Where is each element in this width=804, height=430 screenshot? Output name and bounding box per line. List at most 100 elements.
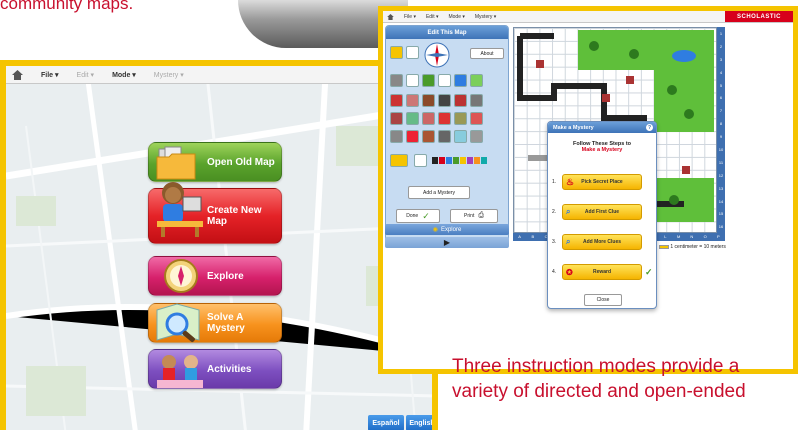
espanol-button[interactable]: Español xyxy=(368,415,404,430)
color-palette xyxy=(432,157,487,164)
menu-bar: File ▾ Edit ▾ Mode ▾ Mystery ▾ SCHOLASTI… xyxy=(383,11,793,23)
row-label: 1 xyxy=(719,30,723,36)
compass-rose-icon xyxy=(424,42,450,68)
menu-mode[interactable]: Mode ▾ xyxy=(448,14,464,20)
color-swatch[interactable] xyxy=(439,157,445,164)
color-swatch[interactable] xyxy=(474,157,480,164)
caption-line: Three instruction modes provide a xyxy=(452,356,740,377)
scale-bar-icon xyxy=(659,244,669,249)
factory-icon[interactable] xyxy=(470,94,483,107)
water-icon[interactable] xyxy=(454,74,467,87)
open-old-map-button[interactable]: Open Old Map xyxy=(148,142,282,182)
dialog-subheading: Make a Mystery xyxy=(581,147,623,153)
step-label: Add More Clues xyxy=(582,239,622,245)
pick-secret-place-button[interactable]: ♨ Pick Secret Place xyxy=(562,174,642,190)
step-3: 3. ⌕ Add More Clues xyxy=(552,234,654,250)
hospital-icon[interactable] xyxy=(406,112,419,125)
menu-mystery[interactable]: Mystery ▾ xyxy=(154,71,184,79)
dialog-title: Make a Mystery ? xyxy=(548,122,656,133)
printer-icon: ⎙ xyxy=(478,212,484,219)
row-label: 16 xyxy=(718,224,724,230)
picture-icon[interactable] xyxy=(454,130,467,143)
menu-mode[interactable]: Mode ▾ xyxy=(112,71,136,79)
create-new-map-button[interactable]: Create New Map xyxy=(148,182,282,244)
row-label: 15 xyxy=(718,211,724,217)
text-tool-icon[interactable] xyxy=(414,154,427,167)
step-number: 3. xyxy=(552,239,557,245)
add-mystery-button[interactable]: Add a Mystery xyxy=(408,186,470,199)
close-button[interactable]: Close xyxy=(584,294,622,306)
add-first-clue-button[interactable]: ⌕ Add First Clue xyxy=(562,204,642,220)
row-label: 14 xyxy=(718,198,724,204)
step-4: 4. ✪ Reward ✓ xyxy=(552,264,654,280)
office-icon[interactable] xyxy=(438,94,451,107)
house-icon[interactable] xyxy=(390,94,403,107)
road-tool-icon[interactable] xyxy=(390,74,403,87)
done-label: Done xyxy=(406,213,419,219)
truck-icon[interactable] xyxy=(422,130,435,143)
label-tool-icon[interactable] xyxy=(390,154,408,167)
row-label: 11 xyxy=(718,159,724,165)
reward-button[interactable]: ✪ Reward xyxy=(562,264,642,280)
flame-icon: ♨ xyxy=(566,176,575,187)
print-button[interactable]: Print ⎙ xyxy=(450,209,498,223)
col-label: O xyxy=(703,234,707,239)
grass-icon[interactable] xyxy=(470,74,483,87)
row-numbers: 1 2 3 4 5 6 7 8 9 10 11 12 13 14 15 16 xyxy=(717,27,725,233)
pencil-tool-icon[interactable] xyxy=(390,46,403,59)
activities-label: Activities xyxy=(207,363,252,375)
color-swatch[interactable] xyxy=(460,157,466,164)
explore-label: Explore xyxy=(207,270,244,282)
store-icon[interactable] xyxy=(454,94,467,107)
menu-edit[interactable]: Edit ▾ xyxy=(77,71,95,79)
tree-icon[interactable] xyxy=(422,74,435,87)
menu-mystery[interactable]: Mystery ▾ xyxy=(475,14,496,20)
caption-line: variety of directed and open-ended xyxy=(452,381,746,402)
play-icon[interactable]: ▶ xyxy=(444,238,450,247)
home-icon[interactable] xyxy=(12,69,23,80)
people-icon[interactable] xyxy=(438,74,451,87)
library-icon[interactable] xyxy=(438,112,451,125)
menu-file[interactable]: File ▾ xyxy=(404,14,416,20)
bus-icon[interactable] xyxy=(438,130,451,143)
about-button[interactable]: About xyxy=(470,48,504,59)
pointer-tool-icon[interactable] xyxy=(406,46,419,59)
start-screen: File ▾ Edit ▾ Mode ▾ Mystery ▾ Open Old … xyxy=(0,60,438,430)
menu-edit[interactable]: Edit ▾ xyxy=(426,14,439,20)
stop-sign-icon[interactable] xyxy=(406,130,419,143)
menu-file[interactable]: File ▾ xyxy=(41,71,59,79)
color-swatch[interactable] xyxy=(467,157,473,164)
color-swatch[interactable] xyxy=(432,157,438,164)
step-label: Add First Clue xyxy=(584,209,620,215)
child-at-computer-icon xyxy=(157,182,203,237)
row-label: 9 xyxy=(719,134,723,140)
color-swatch[interactable] xyxy=(481,157,487,164)
open-old-map-label: Open Old Map xyxy=(207,156,275,168)
row-label: 13 xyxy=(718,185,724,191)
done-button[interactable]: Done ✓ xyxy=(396,209,440,223)
car-icon[interactable] xyxy=(470,130,483,143)
firehouse-icon[interactable] xyxy=(422,112,435,125)
add-more-clues-button[interactable]: ⌕ Add More Clues xyxy=(562,234,642,250)
kids-reading-icon xyxy=(157,355,203,388)
english-button[interactable]: English xyxy=(406,415,432,430)
create-new-map-label: Create New Map xyxy=(207,205,262,227)
solve-a-mystery-button[interactable]: Solve A Mystery xyxy=(148,303,282,343)
color-swatch[interactable] xyxy=(453,157,459,164)
activities-button[interactable]: Activities xyxy=(148,349,282,389)
building-icon[interactable] xyxy=(422,94,435,107)
checkmark-icon: ✓ xyxy=(645,266,653,277)
barn-icon[interactable] xyxy=(406,94,419,107)
help-icon[interactable]: ? xyxy=(646,124,653,131)
color-swatch[interactable] xyxy=(446,157,452,164)
edit-map-panel: Edit This Map About Add a Mystery Done ✓… xyxy=(385,25,509,247)
school-icon[interactable] xyxy=(390,112,403,125)
house-outline-icon[interactable] xyxy=(406,74,419,87)
play-bar[interactable]: ▶ xyxy=(385,237,509,248)
bank-icon[interactable] xyxy=(454,112,467,125)
market-icon[interactable] xyxy=(470,112,483,125)
home-icon[interactable] xyxy=(387,13,394,20)
explore-button[interactable]: Explore xyxy=(148,256,282,296)
garage-icon[interactable] xyxy=(390,130,403,143)
explore-mode-bar[interactable]: ◉ Explore xyxy=(385,224,509,235)
